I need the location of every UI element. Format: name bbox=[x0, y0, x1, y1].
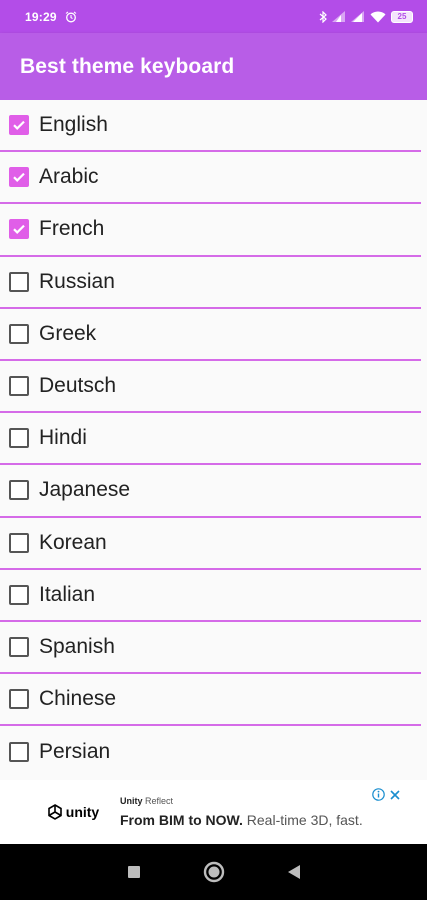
checkbox[interactable] bbox=[9, 584, 29, 605]
battery-icon: 25 bbox=[391, 10, 413, 23]
language-row-arabic[interactable]: Arabic bbox=[0, 152, 421, 205]
unity-logo-icon bbox=[47, 804, 62, 820]
ad-headline: From BIM to NOW. Real-time 3D, fast. bbox=[120, 812, 363, 828]
language-row-french[interactable]: French bbox=[0, 204, 421, 257]
ad-controls bbox=[372, 788, 401, 801]
checkbox[interactable] bbox=[9, 323, 29, 344]
alarm-icon bbox=[65, 10, 77, 22]
ad-logo-text: unity bbox=[65, 804, 100, 820]
ad-brand-suffix: Reflect bbox=[145, 796, 174, 806]
status-time: 19:29 bbox=[25, 9, 57, 24]
checkmark-icon bbox=[13, 225, 25, 235]
ad-headline-strong: From BIM to NOW. bbox=[120, 812, 243, 828]
info-icon[interactable] bbox=[372, 788, 385, 801]
checkbox[interactable] bbox=[9, 636, 29, 657]
language-label: Italian bbox=[39, 582, 96, 606]
status-icons: 25 bbox=[319, 10, 413, 23]
language-label: Arabic bbox=[39, 165, 99, 189]
language-row-greek[interactable]: Greek bbox=[0, 309, 421, 361]
checkbox[interactable] bbox=[9, 271, 29, 292]
navigation-bar bbox=[0, 844, 427, 900]
home-button[interactable] bbox=[203, 861, 225, 883]
language-label: Korean bbox=[39, 530, 107, 554]
checkbox[interactable] bbox=[9, 376, 29, 397]
language-label: Chinese bbox=[39, 687, 117, 711]
language-label: French bbox=[39, 217, 105, 241]
language-label: Japanese bbox=[39, 478, 131, 502]
checkbox[interactable] bbox=[9, 219, 29, 240]
back-button[interactable] bbox=[287, 864, 301, 880]
app-bar: Best theme keyboard bbox=[0, 33, 427, 100]
checkmark-icon bbox=[13, 120, 25, 131]
language-label: Russian bbox=[39, 269, 115, 293]
ad-brand: Unity Reflect bbox=[120, 796, 363, 806]
close-icon[interactable] bbox=[389, 789, 401, 801]
ad-brand-prefix: Unity bbox=[120, 796, 143, 806]
checkmark-icon bbox=[13, 173, 25, 183]
checkbox[interactable] bbox=[9, 742, 29, 763]
ad-headline-rest: Real-time 3D, fast. bbox=[246, 812, 363, 828]
language-row-spanish[interactable]: Spanish bbox=[0, 622, 421, 675]
ad-banner[interactable]: unity Unity Reflect From BIM to NOW. Rea… bbox=[24, 784, 405, 840]
unity-logo[interactable]: unity bbox=[38, 804, 108, 820]
app-title: Best theme keyboard bbox=[20, 54, 235, 78]
language-label: Deutsch bbox=[39, 374, 117, 398]
language-row-italian[interactable]: Italian bbox=[0, 570, 421, 622]
language-row-persian[interactable]: Persian bbox=[0, 726, 421, 778]
signal-icon-2 bbox=[351, 11, 364, 22]
language-row-russian[interactable]: Russian bbox=[0, 257, 421, 309]
language-row-korean[interactable]: Korean bbox=[0, 518, 421, 570]
language-row-chinese[interactable]: Chinese bbox=[0, 674, 421, 727]
language-label: Spanish bbox=[39, 634, 115, 658]
language-label: Persian bbox=[39, 740, 111, 764]
language-list: English Arabic French Russian Greek Deutsch Hi… bbox=[0, 100, 427, 780]
language-label: English bbox=[39, 113, 108, 137]
ad-body[interactable]: Unity Reflect From BIM to NOW. Real-time… bbox=[120, 796, 363, 828]
battery-level: 25 bbox=[397, 12, 407, 21]
wifi-icon bbox=[370, 11, 386, 22]
language-row-deutsch[interactable]: Deutsch bbox=[0, 361, 421, 414]
checkbox[interactable] bbox=[9, 480, 29, 501]
language-row-hindi[interactable]: Hindi bbox=[0, 413, 421, 466]
checkbox[interactable] bbox=[9, 115, 29, 136]
circle-icon bbox=[203, 861, 224, 883]
checkbox[interactable] bbox=[9, 532, 29, 553]
language-row-english[interactable]: English bbox=[0, 100, 421, 153]
checkbox[interactable] bbox=[9, 167, 29, 188]
status-bar: 19:29 25 bbox=[0, 0, 427, 33]
language-label: Greek bbox=[39, 321, 97, 345]
checkbox[interactable] bbox=[9, 428, 29, 449]
checkbox[interactable] bbox=[9, 689, 29, 710]
recents-button[interactable] bbox=[127, 865, 141, 879]
language-row-japanese[interactable]: Japanese bbox=[0, 465, 421, 518]
signal-icon bbox=[332, 11, 345, 22]
square-icon bbox=[127, 866, 140, 878]
triangle-back-icon bbox=[287, 865, 300, 879]
language-label: Hindi bbox=[39, 426, 87, 450]
bluetooth-icon bbox=[319, 10, 327, 23]
